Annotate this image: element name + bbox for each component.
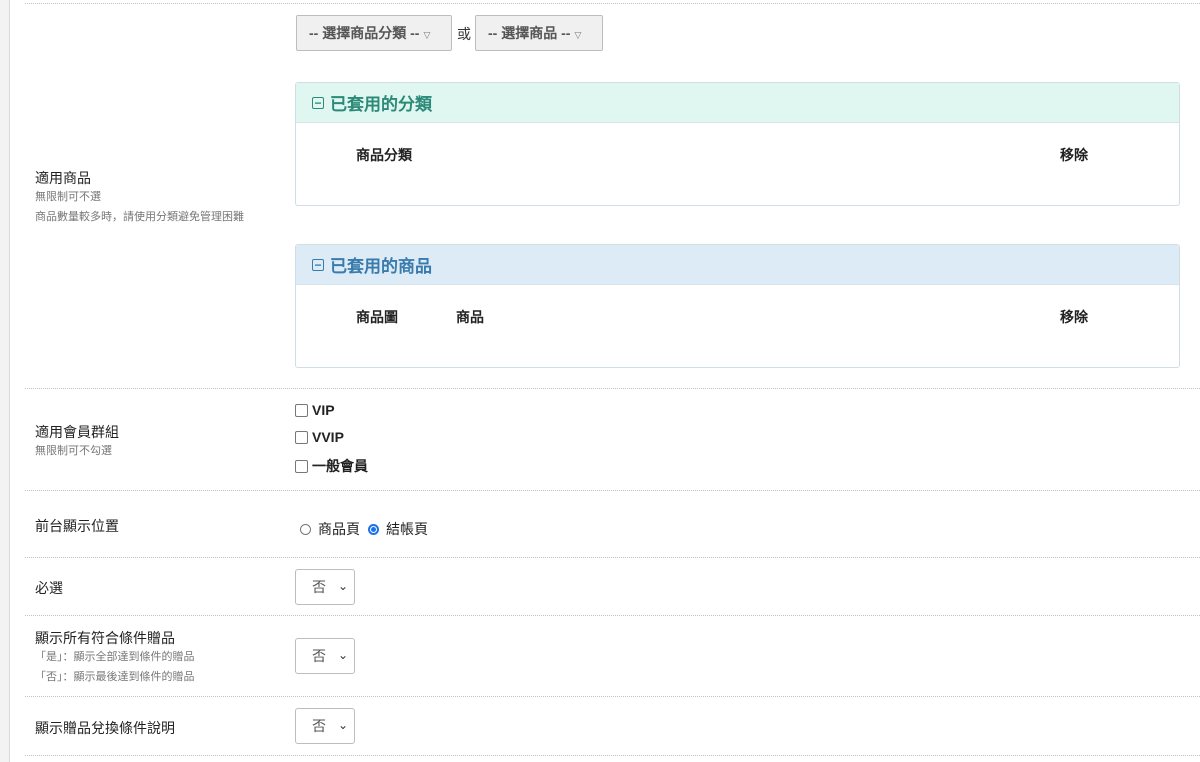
show-all-gifts-label: 顯示所有符合條件贈品 [35, 630, 175, 646]
applied-categories-title: 已套用的分類 [330, 95, 432, 114]
checkbox[interactable] [295, 430, 308, 444]
caret-down-icon: ▽ [574, 29, 582, 40]
applicable-products-hint-1: 無限制可不選 [35, 191, 101, 203]
or-text: 或 [457, 26, 471, 42]
show-all-gifts-select[interactable]: 否 ⌄ [295, 638, 355, 674]
checkbox[interactable] [295, 459, 308, 473]
display-position-options: 商品頁 結帳頁 [300, 519, 428, 539]
column-header-product: 商品 [456, 309, 484, 325]
applicable-products-hint-2: 商品數量較多時，請使用分類避免管理困難 [35, 211, 244, 223]
column-header-product-image: 商品圖 [356, 309, 398, 325]
show-redeem-desc-select-value: 否 [312, 718, 326, 734]
minus-square-icon[interactable]: − [312, 258, 324, 271]
member-group-option-vip[interactable]: VIP [295, 402, 335, 418]
radio-label-checkout-page: 結帳頁 [386, 521, 428, 537]
display-position-label: 前台顯示位置 [35, 518, 119, 534]
show-all-gifts-hint-2: 「否」：顯示最後達到條件的贈品 [35, 671, 195, 683]
radio-label-product-page: 商品頁 [318, 521, 360, 537]
checkbox-label: VIP [312, 402, 335, 418]
checkbox-label: 一般會員 [312, 458, 368, 474]
required-select[interactable]: 否 ⌄ [295, 569, 355, 605]
applied-products-title: 已套用的商品 [330, 257, 432, 276]
select-product-label: -- 選擇商品 -- [488, 25, 571, 41]
checkbox[interactable] [295, 403, 308, 417]
column-header-remove: 移除 [1060, 147, 1088, 163]
applied-products-panel: − 已套用的商品 商品圖 商品 移除 [295, 244, 1180, 368]
column-header-remove: 移除 [1060, 309, 1088, 325]
chevron-down-icon: ⌄ [337, 648, 348, 662]
chevron-down-icon: ⌄ [337, 718, 348, 732]
applied-categories-panel: − 已套用的分類 商品分類 移除 [295, 82, 1180, 206]
select-category-button[interactable]: -- 選擇商品分類 -- ▽ [296, 15, 452, 51]
show-all-gifts-hint-1: 「是」：顯示全部達到條件的贈品 [35, 651, 195, 663]
member-group-option-general[interactable]: 一般會員 [295, 456, 368, 476]
display-position-row: 前台顯示位置 [25, 490, 1200, 558]
minus-square-icon[interactable]: − [312, 96, 324, 109]
radio-product-page[interactable] [300, 523, 311, 535]
show-redeem-desc-label: 顯示贈品兌換條件說明 [35, 720, 175, 736]
required-row: 必選 [25, 557, 1200, 616]
caret-down-icon: ▽ [423, 29, 431, 40]
required-label: 必選 [35, 580, 63, 596]
radio-checkout-page[interactable] [368, 523, 379, 535]
chevron-down-icon: ⌄ [337, 579, 348, 593]
member-groups-hint: 無限制可不勾選 [35, 445, 112, 457]
member-groups-row: 適用會員群組 無限制可不勾選 [25, 388, 1200, 491]
checkbox-label: VVIP [312, 429, 344, 445]
applied-categories-header[interactable]: − 已套用的分類 [296, 83, 1179, 123]
select-product-button[interactable]: -- 選擇商品 -- ▽ [475, 15, 603, 51]
required-select-value: 否 [312, 579, 326, 595]
show-all-gifts-select-value: 否 [312, 648, 326, 664]
member-group-option-vvip[interactable]: VVIP [295, 429, 344, 445]
show-redeem-desc-row: 顯示贈品兌換條件說明 [25, 696, 1200, 756]
show-all-gifts-row: 顯示所有符合條件贈品 「是」：顯示全部達到條件的贈品 「否」：顯示最後達到條件的… [25, 615, 1200, 697]
applicable-products-label: 適用商品 [35, 170, 91, 186]
left-rail [0, 0, 10, 762]
select-category-label: -- 選擇商品分類 -- [309, 25, 420, 41]
applied-products-header[interactable]: − 已套用的商品 [296, 245, 1179, 285]
column-header-category: 商品分類 [356, 147, 412, 163]
member-groups-label: 適用會員群組 [35, 424, 119, 440]
show-redeem-desc-select[interactable]: 否 ⌄ [295, 708, 355, 744]
